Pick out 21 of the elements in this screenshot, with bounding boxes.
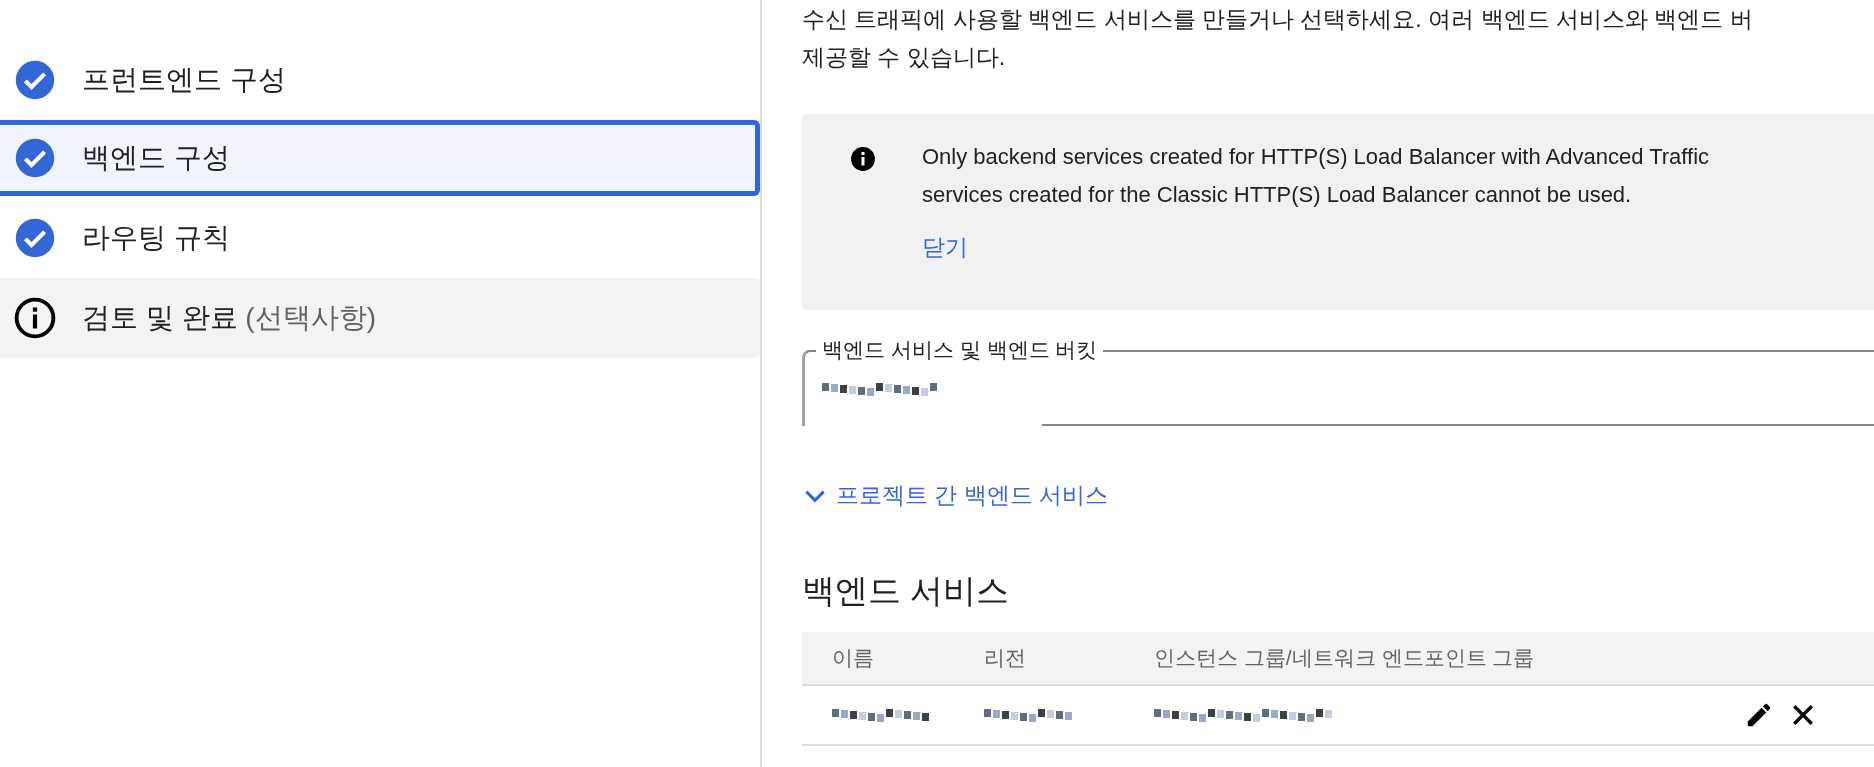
section-title: 백엔드 서비스	[802, 571, 1011, 611]
dismiss-link[interactable]: 닫기	[922, 232, 968, 263]
info-icon	[850, 146, 876, 172]
step-label: 백엔드 구성	[82, 141, 230, 175]
cross-project-toggle[interactable]: 프로젝트 간 백엔드 서비스	[802, 480, 1109, 511]
check-icon	[14, 217, 56, 259]
info-icon	[14, 297, 56, 339]
column-header: 이름	[802, 632, 984, 686]
step-item[interactable]: 검토 및 완료 (선택사항)	[0, 278, 760, 358]
step-item[interactable]: 백엔드 구성	[0, 120, 760, 196]
step-label: 검토 및 완료 (선택사항)	[82, 301, 376, 335]
check-icon	[14, 137, 56, 179]
backend-select-field[interactable]: 백엔드 서비스 및 백엔드 버킷	[802, 336, 1874, 426]
check-icon	[14, 59, 56, 101]
intro-text: 수신 트래픽에 사용할 백엔드 서비스를 만들거나 선택하세요. 여러 백엔드 서비스와 백엔드 버 제공할 수 있습니다.	[802, 5, 1754, 72]
column-header: 인스턴스 그룹/네트워크 엔드포인트 그룹	[1154, 632, 1744, 686]
step-label: 프런트엔드 구성	[82, 63, 286, 97]
notice-text: Only backend services created for HTTP(S) Load Balancer with Advanced Traffic services created for the Classic HTTP(S) Load Balancer cannot be used.	[922, 143, 1710, 209]
step-note: (선택사항)	[245, 302, 376, 333]
step-label: 라우팅 규칙	[82, 221, 230, 255]
column-header: 리전	[984, 632, 1154, 686]
